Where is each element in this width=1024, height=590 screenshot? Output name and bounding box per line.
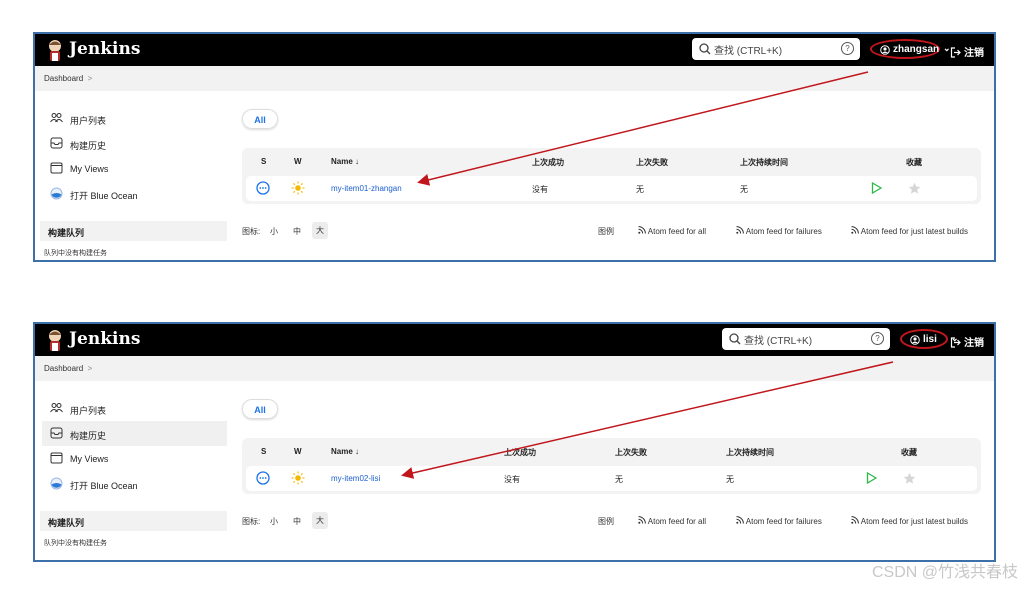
annotation-arrow-1 bbox=[417, 71, 869, 186]
watermark: CSDN @竹浅共春枝 bbox=[871, 564, 1018, 581]
annotation-arrows bbox=[401, 71, 894, 479]
annotation-arrow-2 bbox=[401, 361, 894, 479]
